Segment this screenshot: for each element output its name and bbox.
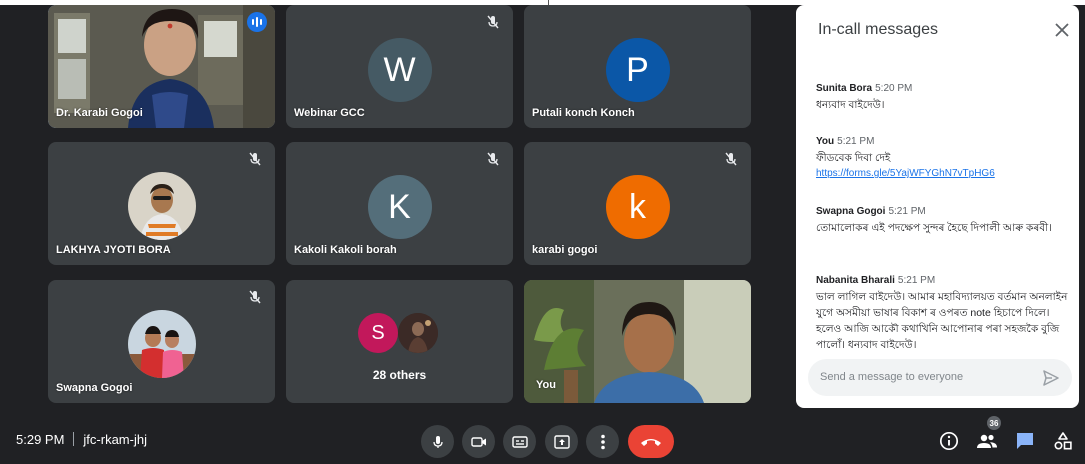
people-icon — [977, 434, 997, 448]
message-input[interactable] — [820, 368, 1040, 386]
participant-grid: Dr. Karabi Gogoi W Webinar GCC P Putali … — [48, 5, 752, 408]
self-video — [524, 280, 751, 403]
message-text: ধন্যবাদ বাইদেউ। — [816, 99, 885, 111]
meeting-info-button[interactable] — [938, 430, 960, 452]
participant-tile[interactable]: LAKHYA JYOTI BORA — [48, 142, 275, 265]
bottom-bar: 5:29 PM jfc-rkam-jhj 36 — [0, 408, 1085, 464]
meeting-code: jfc-rkam-jhj — [83, 432, 147, 447]
present-icon — [553, 434, 570, 449]
camera-button[interactable] — [462, 425, 495, 458]
avatar — [127, 310, 196, 378]
message-time: 5:21 PM — [897, 275, 936, 286]
participant-name: You — [536, 379, 556, 391]
participant-name: Webinar GCC — [294, 107, 365, 119]
info-icon — [939, 431, 959, 451]
message-text: তোমালোকৰ এই পদক্ষেপ সুন্দৰ হৈছে দিপালী আ… — [816, 222, 1052, 234]
message-text: ভাল লাগিল বাইদেউ। আমাৰ মহাবিদ্যালয়ত বৰ্… — [816, 291, 1068, 351]
end-call-icon — [641, 438, 661, 446]
participant-name: LAKHYA JYOTI BORA — [56, 244, 171, 256]
participant-name: Putali konch Konch — [532, 107, 635, 119]
self-view-tile[interactable]: You — [524, 280, 751, 403]
mic-icon — [432, 435, 443, 448]
message-sender: You — [816, 136, 835, 147]
avatar: P — [605, 38, 670, 102]
avatar: W — [367, 38, 432, 102]
mic-off-icon — [725, 152, 737, 166]
message-sender: Swapna Gogoi — [816, 206, 886, 217]
others-avatars: S — [358, 313, 448, 353]
captions-icon — [511, 435, 528, 448]
message-text: ফীডবেক দিবা দেই — [816, 152, 891, 164]
mic-off-icon — [487, 152, 499, 166]
mic-off-icon — [487, 15, 499, 29]
avatar: K — [367, 175, 432, 239]
participant-tile[interactable]: K Kakoli Kakoli borah — [286, 142, 513, 265]
captions-button[interactable] — [503, 425, 536, 458]
message-sender: Sunita Bora — [816, 83, 873, 94]
message-sender: Nabanita Bharali — [816, 275, 895, 286]
participant-count-badge: 36 — [987, 416, 1001, 430]
people-button[interactable] — [976, 430, 998, 452]
participant-name: Swapna Gogoi — [56, 382, 133, 394]
message-time: 5:21 PM — [837, 136, 875, 147]
others-count: 28 others — [372, 368, 427, 382]
avatar — [398, 313, 438, 353]
message-link[interactable]: https://forms.gle/5YajWFYGhN7vTpHG6 — [816, 166, 1071, 182]
others-tile[interactable]: S 28 others — [286, 280, 513, 403]
in-call-messages-panel: In-call messages Sunita Bora 5:20 PM ধন্য… — [796, 5, 1079, 408]
mic-off-icon — [249, 152, 261, 166]
mic-off-icon — [249, 290, 261, 304]
more-options-icon — [600, 434, 605, 449]
current-time: 5:29 PM — [16, 432, 65, 447]
avatar: k — [605, 175, 670, 239]
participant-name: Dr. Karabi Gogoi — [56, 107, 143, 119]
participant-tile[interactable]: Swapna Gogoi — [48, 280, 275, 403]
activities-icon — [1054, 432, 1072, 450]
send-icon[interactable] — [1042, 369, 1060, 387]
participant-tile[interactable]: k karabi gogoi — [524, 142, 751, 265]
speaking-indicator-icon — [247, 12, 267, 32]
message-time: 5:20 PM — [875, 83, 913, 94]
chat-message: Swapna Gogoi 5:21 PM তোমালোকৰ এই পদক্ষেপ … — [816, 201, 1071, 236]
chat-message: Nabanita Bharali 5:21 PM ভাল লাগিল বাইদেউ… — [816, 270, 1071, 353]
chat-button[interactable] — [1014, 430, 1036, 452]
close-icon[interactable] — [1052, 20, 1072, 40]
camera-icon — [470, 436, 486, 447]
participant-tile[interactable]: W Webinar GCC — [286, 5, 513, 128]
chat-message: You 5:21 PM ফীডবেক দিবা দেই https://forms… — [816, 131, 1071, 182]
participant-name: karabi gogoi — [532, 244, 598, 256]
mic-button[interactable] — [421, 425, 454, 458]
participant-tile[interactable]: P Putali konch Konch — [524, 5, 751, 128]
message-time: 5:21 PM — [888, 206, 926, 217]
present-button[interactable] — [545, 425, 578, 458]
end-call-button[interactable] — [628, 425, 674, 458]
meeting-details: 5:29 PM jfc-rkam-jhj — [16, 432, 147, 447]
more-options-button[interactable] — [586, 425, 619, 458]
message-input-box — [808, 359, 1072, 396]
participant-tile[interactable]: Dr. Karabi Gogoi — [48, 5, 275, 128]
divider — [73, 432, 75, 446]
activities-button[interactable] — [1052, 430, 1074, 452]
participant-name: Kakoli Kakoli borah — [294, 244, 397, 256]
avatar — [127, 172, 196, 240]
panel-title: In-call messages — [818, 21, 939, 38]
chat-icon — [1017, 433, 1033, 449]
chat-message: Sunita Bora 5:20 PM ধন্যবাদ বাইদেউ। — [816, 78, 1071, 113]
avatar: S — [358, 313, 398, 353]
